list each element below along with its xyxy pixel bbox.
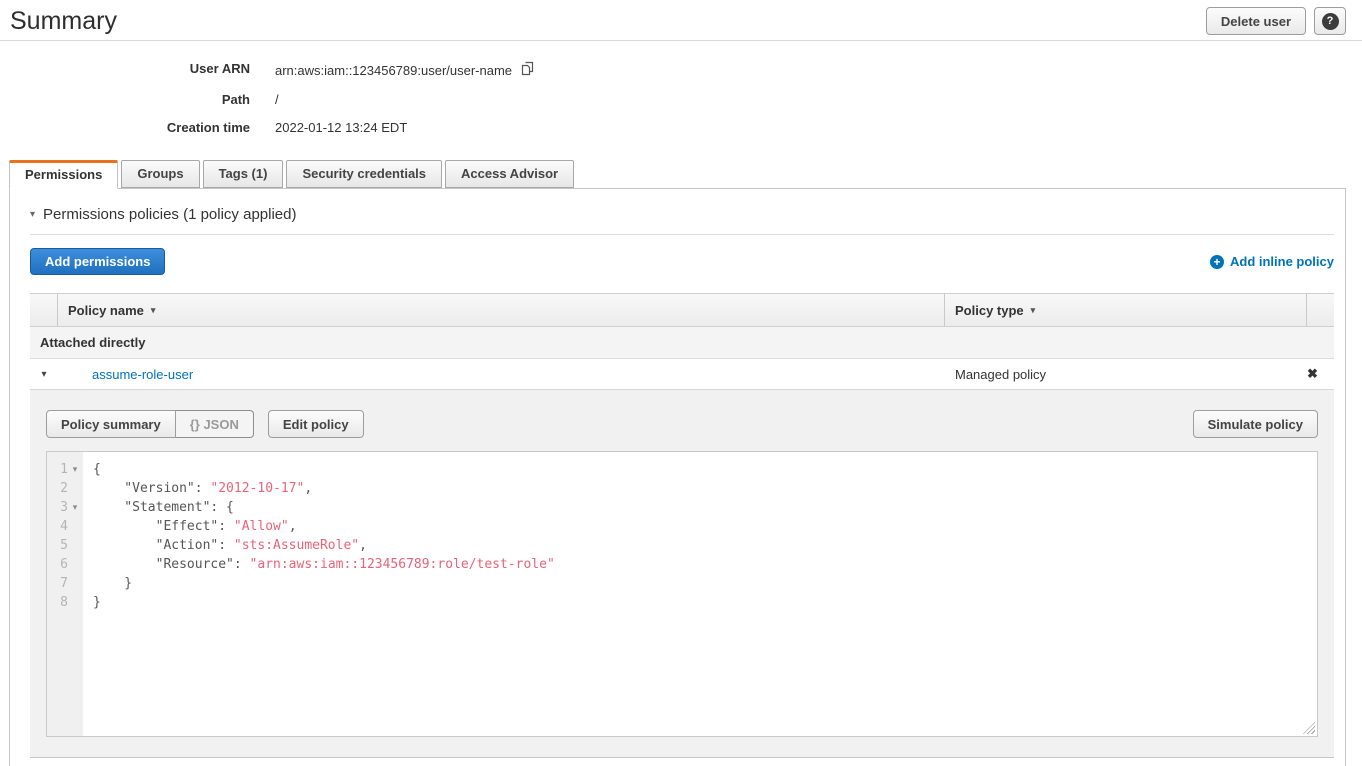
attached-directly-group-row: Attached directly (30, 327, 1334, 359)
section-divider (30, 234, 1334, 235)
tab-content-panel: ▾ Permissions policies (1 policy applied… (9, 188, 1346, 766)
creation-time-label: Creation time (0, 120, 250, 135)
header-actions: Delete user ? (1206, 7, 1346, 35)
policy-summary-button[interactable]: Policy summary (46, 410, 176, 438)
policy-actions-row: Add permissions + Add inline policy (30, 248, 1334, 275)
code-line: "Version": "2012-10-17", (93, 479, 1317, 498)
sort-caret-icon: ▾ (1031, 305, 1036, 316)
policy-type-cell: Managed policy (945, 367, 1307, 382)
detail-row-path: Path / (0, 92, 1362, 107)
code-line: } (93, 574, 1317, 593)
json-toggle-button[interactable]: {} JSON (176, 410, 254, 438)
code-line: } (93, 593, 1317, 612)
user-arn-label: User ARN (0, 61, 250, 79)
tab-bar: Permissions Groups Tags (1) Security cre… (0, 160, 1362, 188)
tab-tags[interactable]: Tags (1) (203, 160, 284, 188)
policy-detail-expanded: Policy summary {} JSON Edit policy Simul… (30, 389, 1334, 758)
code-line: "Action": "sts:AssumeRole", (93, 536, 1317, 555)
tab-security-credentials[interactable]: Security credentials (286, 160, 442, 188)
permissions-policies-section-header[interactable]: ▾ Permissions policies (1 policy applied… (30, 206, 1334, 223)
editor-gutter: 1▾23▾45678 (47, 452, 83, 736)
tab-access-advisor[interactable]: Access Advisor (445, 160, 574, 188)
add-permissions-button[interactable]: Add permissions (30, 248, 165, 275)
sort-caret-icon: ▾ (151, 305, 156, 316)
code-line: "Statement": { (93, 498, 1317, 517)
code-line: "Effect": "Allow", (93, 517, 1317, 536)
help-icon: ? (1322, 13, 1339, 30)
expander-column-header (30, 294, 58, 326)
delete-user-button[interactable]: Delete user (1206, 7, 1306, 35)
policy-table-row: ▾ assume-role-user Managed policy ✖ (30, 359, 1334, 389)
page-header: Summary Delete user ? (0, 0, 1362, 41)
path-label: Path (0, 92, 250, 107)
policy-type-column-header[interactable]: Policy type ▾ (945, 294, 1307, 326)
section-collapse-caret-icon: ▾ (30, 209, 35, 220)
detach-policy-close-icon[interactable]: ✖ (1307, 366, 1318, 381)
user-arn-value: arn:aws:iam::123456789:user/user-name (275, 63, 512, 78)
json-policy-editor[interactable]: 1▾23▾45678 { "Version": "2012-10-17", "S… (46, 451, 1318, 737)
actions-column-header (1307, 294, 1334, 326)
fold-caret-icon[interactable]: ▾ (68, 498, 82, 517)
plus-circle-icon: + (1210, 255, 1224, 269)
simulate-policy-button[interactable]: Simulate policy (1193, 410, 1318, 438)
fold-caret-icon[interactable]: ▾ (68, 460, 82, 479)
policy-table: Policy name ▾ Policy type ▾ Attached dir… (30, 293, 1334, 758)
tab-groups[interactable]: Groups (121, 160, 199, 188)
policy-name-link[interactable]: assume-role-user (92, 367, 193, 382)
user-details: User ARN arn:aws:iam::123456789:user/use… (0, 41, 1362, 152)
detail-row-creation-time: Creation time 2022-01-12 13:24 EDT (0, 120, 1362, 135)
code-line: { (93, 460, 1317, 479)
creation-time-value: 2022-01-12 13:24 EDT (275, 120, 407, 135)
tab-permissions[interactable]: Permissions (9, 160, 118, 189)
policy-table-header: Policy name ▾ Policy type ▾ (30, 294, 1334, 327)
add-inline-policy-link[interactable]: + Add inline policy (1210, 254, 1334, 269)
section-title: Permissions policies (1 policy applied) (43, 206, 296, 223)
help-button[interactable]: ? (1314, 7, 1346, 35)
path-value: / (275, 92, 279, 107)
edit-policy-button[interactable]: Edit policy (268, 410, 364, 438)
policy-name-column-header[interactable]: Policy name ▾ (58, 294, 945, 326)
row-expander-caret-icon[interactable]: ▾ (30, 369, 58, 380)
page-title: Summary (10, 7, 117, 36)
detail-row-user-arn: User ARN arn:aws:iam::123456789:user/use… (0, 61, 1362, 79)
copy-icon[interactable] (520, 61, 535, 79)
policy-detail-buttons: Policy summary {} JSON Edit policy Simul… (46, 410, 1318, 438)
code-line: "Resource": "arn:aws:iam::123456789:role… (93, 555, 1317, 574)
editor-code[interactable]: { "Version": "2012-10-17", "Statement": … (83, 452, 1317, 736)
